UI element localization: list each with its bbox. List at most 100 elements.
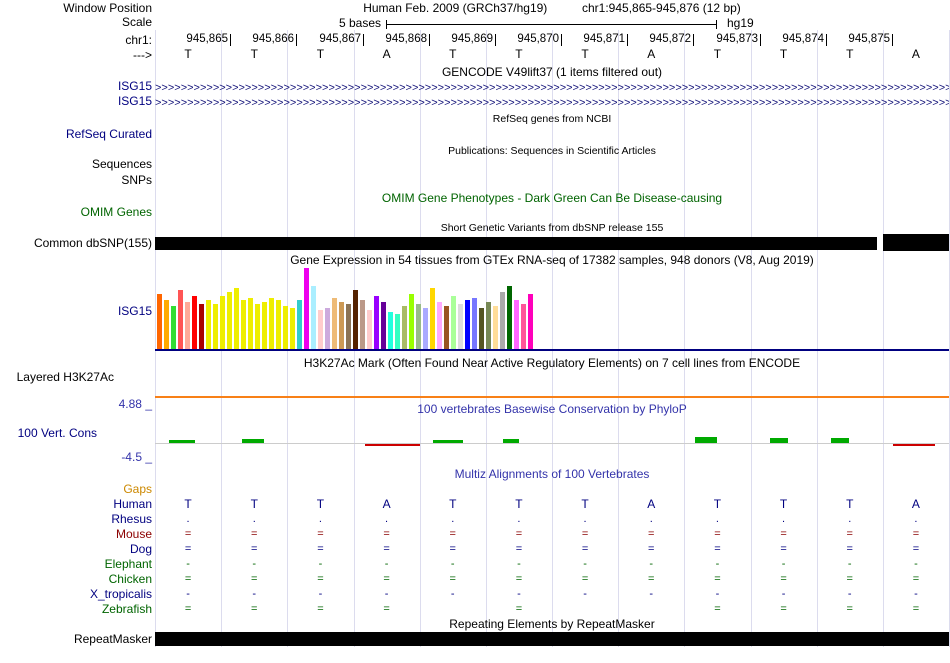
alignment-symbol: = [184, 528, 192, 540]
multiz-species-human[interactable]: Human [113, 498, 152, 511]
omim-title[interactable]: OMIM Gene Phenotypes - Dark Green Can Be… [155, 192, 949, 205]
multiz-species-rhesus[interactable]: Rhesus [111, 513, 152, 526]
gtex-tissue-bar [465, 300, 470, 350]
multiz-species-mouse[interactable]: Mouse [116, 528, 152, 541]
gtex-tissue-bar [234, 288, 239, 350]
alignment-symbol: A [911, 497, 920, 511]
gtex-tissue-bar [486, 302, 491, 350]
alignment-symbol: - [847, 558, 852, 570]
dbsnp-label[interactable]: Common dbSNP(155) [34, 237, 152, 250]
gtex-tissue-bar [360, 300, 365, 350]
alignment-symbol: - [715, 558, 720, 570]
repeatmasker-bar [155, 632, 949, 646]
alignment-symbol: = [515, 543, 523, 555]
chrom-label: chr1: [125, 33, 152, 47]
phylop-track-label[interactable]: 100 Vert. Cons [18, 427, 97, 440]
alignment-symbol: . [318, 513, 322, 525]
conservation-mark [770, 438, 788, 443]
ruler-tick [495, 34, 496, 46]
isg15-transcript-2[interactable]: >>>>>>>>>>>>>>>>>>>>>>>>>>>>>>>>>>>>>>>>… [155, 97, 949, 109]
multiz-species-dog[interactable]: Dog [130, 543, 152, 556]
multiz-species-zebrafish[interactable]: Zebrafish [102, 603, 152, 616]
multiz-species-x_tropicalis[interactable]: X_tropicalis [90, 588, 152, 601]
omim-genes-label[interactable]: OMIM Genes [81, 206, 152, 219]
base-letter: A [647, 47, 656, 61]
multiz-species-gaps[interactable]: Gaps [123, 483, 152, 496]
base-letter: T [449, 47, 457, 61]
sequences-label[interactable]: Sequences [92, 158, 152, 171]
alignment-symbol: A [647, 497, 656, 511]
ruler-position: 945,867 [319, 33, 361, 45]
ruler-tick [230, 34, 231, 46]
alignment-symbol: - [914, 588, 918, 600]
alignment-symbol: = [383, 573, 390, 585]
gtex-title[interactable]: Gene Expression in 54 tissues from GTEx … [155, 254, 949, 267]
h3k27ac-title[interactable]: H3K27Ac Mark (Often Found Near Active Re… [155, 357, 949, 370]
gtex-tissue-bar [500, 292, 505, 350]
alignment-symbol: - [847, 588, 852, 600]
dbsnp-title[interactable]: Short Genetic Variants from dbSNP releas… [155, 222, 949, 235]
ruler-position: 945,870 [517, 33, 559, 45]
ruler-tick [296, 34, 297, 46]
gtex-tissue-bar [192, 296, 197, 350]
alignment-symbol: = [648, 543, 655, 555]
conservation-mark [169, 440, 195, 443]
phylop-min-label: -4.5 _ [121, 450, 152, 464]
alignment-symbol: - [517, 588, 521, 600]
ruler-position: 945,869 [451, 33, 493, 45]
base-letter: T [581, 47, 589, 61]
conservation-mark [433, 440, 463, 443]
ruler-position: 945,874 [782, 33, 824, 45]
alignment-symbol: - [517, 558, 521, 570]
alignment-symbol: = [251, 603, 258, 615]
alignment-symbol: = [251, 573, 258, 585]
repeatmasker-label[interactable]: RepeatMasker [74, 633, 152, 646]
gencode-item-label-2[interactable]: ISG15 [118, 95, 152, 108]
alignment-symbol: - [384, 558, 389, 570]
alignment-symbol: = [317, 573, 324, 585]
gencode-item-label-1[interactable]: ISG15 [118, 80, 152, 93]
snps-label[interactable]: SNPs [121, 174, 152, 187]
alignment-symbol: = [714, 603, 721, 615]
gtex-tissue-bar [409, 294, 414, 350]
alignment-symbol: - [583, 588, 587, 600]
alignment-symbol: . [252, 513, 256, 525]
alignment-symbol: - [583, 558, 587, 570]
alignment-symbol: . [715, 513, 719, 525]
refseq-title[interactable]: RefSeq genes from NCBI [155, 113, 949, 126]
alignment-symbol: = [317, 603, 324, 615]
alignment-symbol: - [914, 558, 918, 570]
gencode-title[interactable]: GENCODE V49lift37 (1 items filtered out) [155, 66, 949, 79]
alignment-symbol: = [449, 528, 456, 540]
multiz-species-elephant[interactable]: Elephant [105, 558, 152, 571]
multiz-title[interactable]: Multiz Alignments of 100 Vertebrates [155, 468, 949, 481]
alignment-symbol: . [914, 513, 918, 525]
gtex-gene-label[interactable]: ISG15 [118, 305, 152, 318]
alignment-symbol: - [186, 588, 190, 600]
refseq-curated-label[interactable]: RefSeq Curated [66, 128, 152, 141]
gtex-tissue-bar [528, 294, 533, 350]
conservation-mark [893, 444, 935, 446]
alignment-symbol: = [912, 543, 920, 555]
repeatmasker-title[interactable]: Repeating Elements by RepeatMasker [155, 618, 949, 631]
alignment-symbol: = [515, 528, 523, 540]
ruler-tick [561, 34, 562, 46]
alignment-symbol: = [383, 603, 390, 615]
h3k27ac-label[interactable]: Layered H3K27Ac [17, 371, 114, 384]
gtex-tissue-bar [339, 302, 344, 350]
conservation-mark [695, 437, 717, 443]
alignment-symbol: = [846, 543, 853, 555]
alignment-symbol: = [449, 543, 456, 555]
assembly-region-title: Human Feb. 2009 (GRCh37/hg19) chr1:945,8… [155, 2, 949, 15]
isg15-transcript-1[interactable]: >>>>>>>>>>>>>>>>>>>>>>>>>>>>>>>>>>>>>>>>… [155, 82, 949, 94]
strand-label: ---> [133, 48, 152, 62]
scale-bar-right-tick [716, 20, 717, 29]
multiz-species-chicken[interactable]: Chicken [109, 573, 152, 586]
publications-title[interactable]: Publications: Sequences in Scientific Ar… [155, 145, 949, 158]
scale-bar-line [386, 24, 717, 25]
base-letter: T [316, 47, 325, 61]
conservation-mark [503, 439, 519, 443]
gtex-tissue-bar [220, 296, 225, 350]
alignment-symbol: = [383, 528, 390, 540]
phylop-title[interactable]: 100 vertebrates Basewise Conservation by… [155, 403, 949, 416]
